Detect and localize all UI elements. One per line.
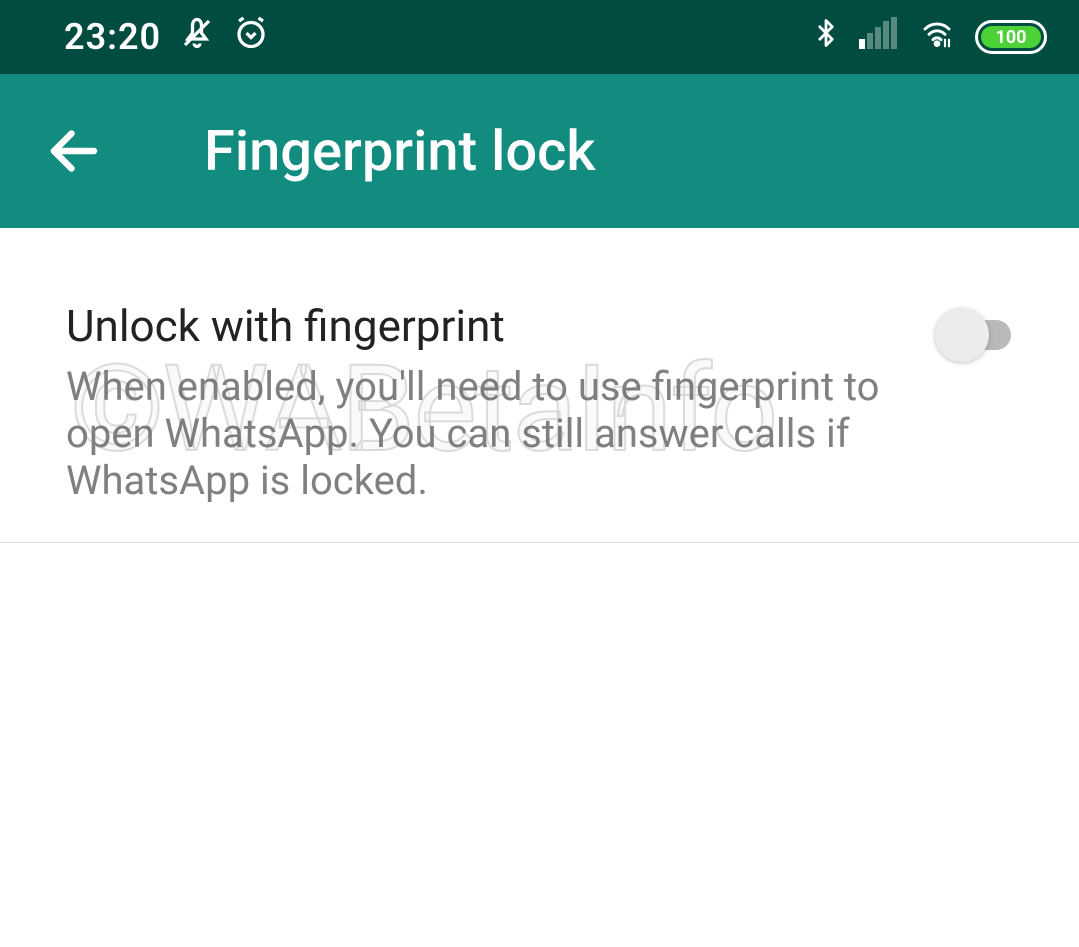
status-time: 23:20 [64,16,161,58]
arrow-left-icon [44,121,104,181]
wifi-icon [917,16,957,58]
content-area: Unlock with fingerprint When enabled, yo… [0,228,1079,504]
setting-title: Unlock with fingerprint [66,300,915,353]
status-right: 100 [811,15,1047,60]
bluetooth-icon [811,15,841,60]
divider [0,542,1079,543]
cellular-signal-icon [859,16,899,58]
status-bar: 23:20 [0,0,1079,74]
page-title: Fingerprint lock [204,118,596,184]
app-bar: Fingerprint lock [0,74,1079,228]
toggle-knob [935,308,989,362]
battery-level: 100 [981,26,1041,48]
fingerprint-toggle[interactable] [935,308,1023,364]
alarm-icon [233,15,269,60]
back-button[interactable] [44,121,104,181]
setting-unlock-fingerprint[interactable]: Unlock with fingerprint When enabled, yo… [66,300,1023,504]
status-left: 23:20 [64,15,269,60]
setting-text: Unlock with fingerprint When enabled, yo… [66,300,935,504]
setting-description: When enabled, you'll need to use fingerp… [66,363,886,505]
battery-icon: 100 [975,20,1047,54]
mute-icon [179,15,215,60]
